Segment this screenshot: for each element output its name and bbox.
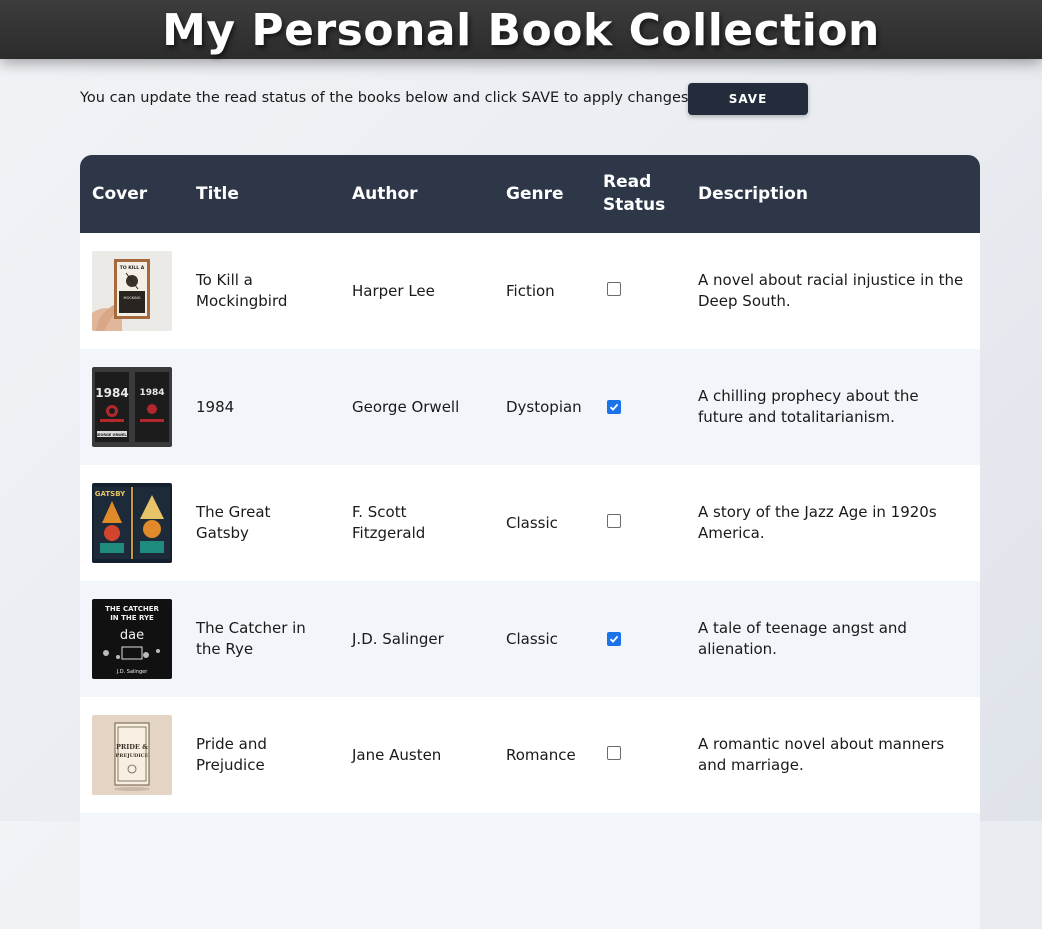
- save-button[interactable]: SAVE: [688, 83, 808, 115]
- cover-text: GEORGE ORWELL: [95, 433, 130, 437]
- book-description: A chilling prophecy about the future and…: [698, 387, 919, 426]
- column-header-cover: Cover: [92, 183, 148, 204]
- book-cover-image: PRIDE & PREJUDICE: [92, 715, 172, 795]
- book-title: The Catcher in the Rye: [196, 619, 306, 658]
- table-header-row: Cover Title Author Genre Read Status Des…: [80, 155, 980, 233]
- cover-text: MOCKING: [124, 296, 141, 300]
- cover-text: 1984: [139, 388, 164, 398]
- book-description: A romantic novel about manners and marri…: [698, 735, 945, 774]
- book-title: Pride and Prejudice: [196, 735, 267, 774]
- read-status-checkbox[interactable]: [607, 631, 621, 646]
- book-cover-image: THE CATCHER IN THE RYE dae J.D. Salinger: [92, 599, 172, 679]
- table-row: 1984 1984 GEORGE ORWELL 1984 George Orwe…: [80, 349, 980, 465]
- cover-cell: 1984 1984 GEORGE ORWELL: [80, 349, 184, 465]
- checkmark-icon: [609, 635, 619, 643]
- book-genre: Classic: [506, 629, 558, 648]
- table-row: GATSBY The Great Gatsby F. Scott Fitzger…: [80, 465, 980, 581]
- book-title: 1984: [196, 397, 235, 416]
- book-table: Cover Title Author Genre Read Status Des…: [80, 155, 980, 929]
- book-genre: Classic: [506, 513, 558, 532]
- read-status-cell: [591, 349, 686, 465]
- read-status-cell: [591, 581, 686, 697]
- book-title: The Great Gatsby: [196, 503, 271, 542]
- cover-text: 1984: [95, 386, 128, 400]
- cover-text: THE CATCHER: [105, 605, 159, 613]
- column-header-author: Author: [352, 183, 418, 204]
- book-cover-image: GATSBY: [92, 483, 172, 563]
- page-banner: My Personal Book Collection: [0, 0, 1042, 59]
- table-row-partial: [80, 813, 980, 929]
- book-genre: Romance: [506, 745, 576, 764]
- checkmark-icon: [609, 403, 619, 411]
- read-status-checkbox[interactable]: [607, 399, 621, 414]
- column-header-read-status: Read Status: [603, 172, 666, 215]
- book-description: A tale of teenage angst and alienation.: [698, 619, 907, 658]
- cover-text: dae: [120, 628, 144, 643]
- table-row: [80, 813, 980, 929]
- book-cover-image: TO KILL A MOCKING: [92, 251, 172, 331]
- cover-cell: GATSBY: [80, 465, 184, 581]
- cover-cell: THE CATCHER IN THE RYE dae J.D. Salinger: [80, 581, 184, 697]
- book-title: To Kill a Mockingbird: [196, 271, 288, 310]
- book-genre: Fiction: [506, 281, 555, 300]
- cover-text: PREJUDICE: [116, 753, 149, 759]
- book-author: F. Scott Fitzgerald: [352, 503, 426, 542]
- cover-cell: PRIDE & PREJUDICE: [80, 697, 184, 813]
- book-cover-image: 1984 1984 GEORGE ORWELL: [92, 367, 172, 447]
- book-genre: Dystopian: [506, 397, 582, 416]
- column-header-description: Description: [698, 183, 808, 204]
- column-header-title: Title: [196, 183, 239, 204]
- page-title: My Personal Book Collection: [162, 5, 880, 56]
- cover-text: IN THE RYE: [110, 614, 154, 622]
- book-author: Harper Lee: [352, 281, 435, 300]
- book-description: A novel about racial injustice in the De…: [698, 271, 964, 310]
- cover-text: TO KILL A: [120, 265, 145, 271]
- table-row: THE CATCHER IN THE RYE dae J.D. Salinger…: [80, 581, 980, 697]
- read-status-checkbox[interactable]: [607, 513, 621, 528]
- read-status-checkbox[interactable]: [607, 745, 621, 760]
- book-author: J.D. Salinger: [352, 629, 444, 648]
- book-author: George Orwell: [352, 397, 460, 416]
- cover-text: PRIDE &: [116, 743, 148, 751]
- table-row: PRIDE & PREJUDICE Pride and Prejudice Ja…: [80, 697, 980, 813]
- book-description: A story of the Jazz Age in 1920s America…: [698, 503, 937, 542]
- column-header-genre: Genre: [506, 183, 564, 204]
- cover-text: J.D. Salinger: [116, 669, 149, 675]
- book-author: Jane Austen: [352, 745, 442, 764]
- read-status-cell: [591, 697, 686, 813]
- cover-cell: TO KILL A MOCKING: [80, 233, 184, 349]
- table-row: TO KILL A MOCKING To Kill a Mockingbird …: [80, 233, 980, 349]
- read-status-cell: [591, 233, 686, 349]
- read-status-cell: [591, 465, 686, 581]
- intro-text: You can update the read status of the bo…: [80, 90, 694, 106]
- read-status-checkbox[interactable]: [607, 281, 621, 296]
- cover-text: GATSBY: [95, 490, 126, 498]
